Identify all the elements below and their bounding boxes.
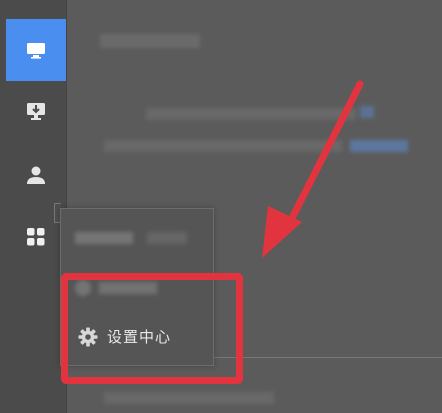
arrow-annotation (262, 80, 364, 258)
